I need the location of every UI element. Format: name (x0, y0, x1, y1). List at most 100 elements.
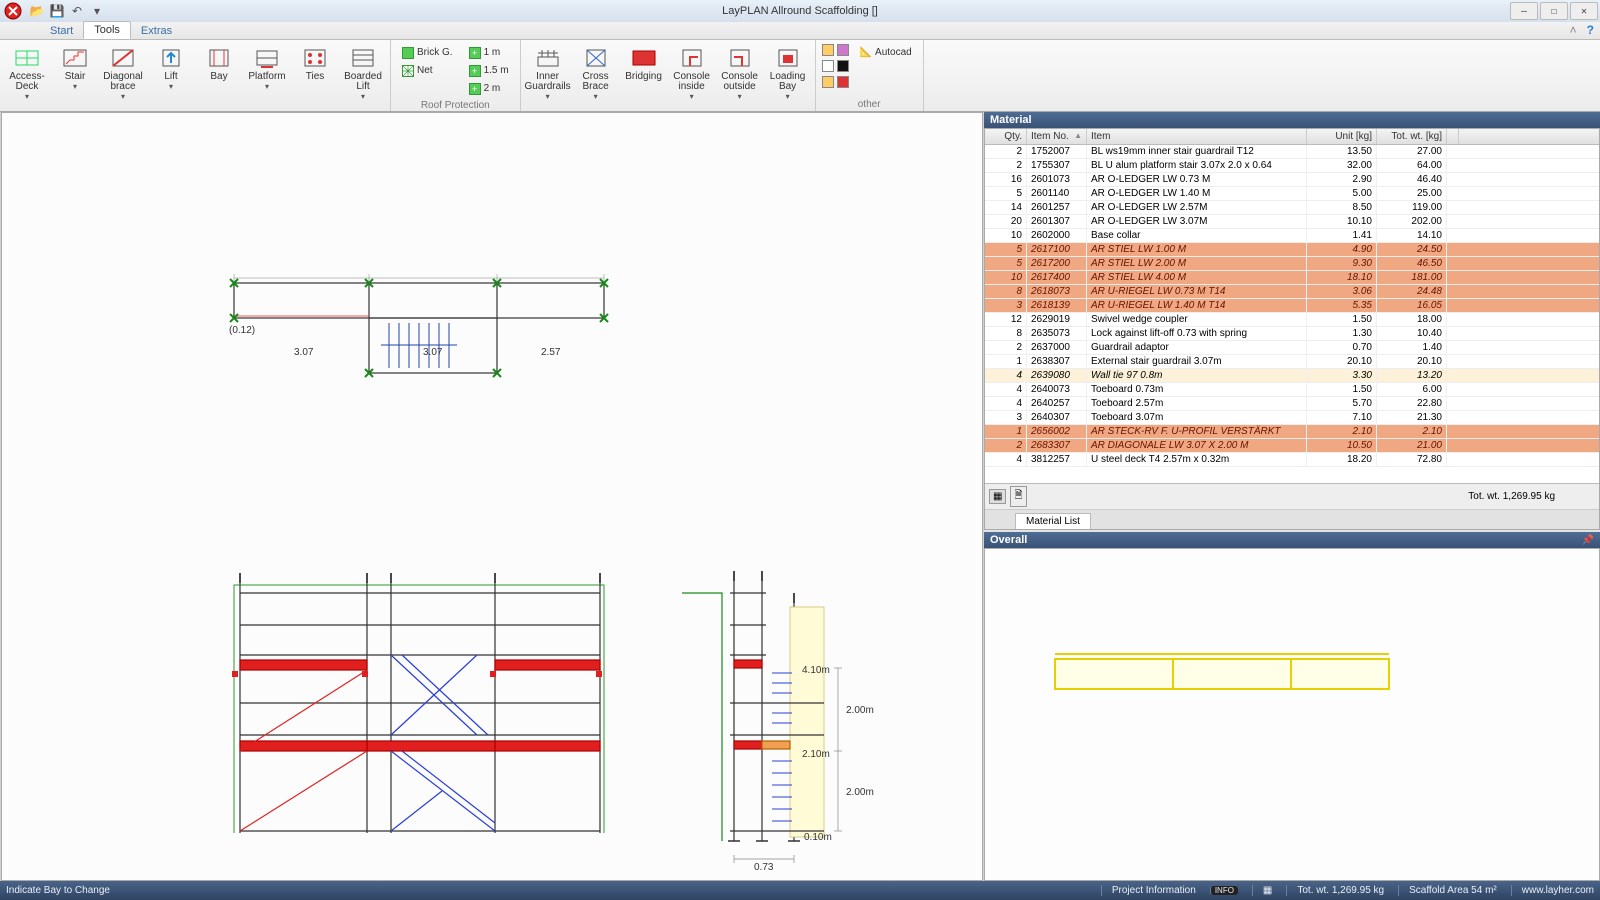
table-row[interactable]: 12656002AR STECK-RV F. U-PROFIL VERSTÄRK… (985, 425, 1599, 439)
material-table[interactable]: Qty. Item No. ▲ Item Unit [kg] Tot. wt. … (984, 128, 1600, 530)
group-roof-label: Roof Protection (395, 99, 516, 112)
qat-dropdown-icon[interactable]: ▾ (90, 4, 104, 18)
table-row[interactable]: 102602000Base collar1.4114.10 (985, 229, 1599, 243)
ribbon-tabs: Start Tools Extras ˄ ? (0, 22, 1600, 40)
table-row[interactable]: 122629019Swivel wedge coupler1.5018.00 (985, 313, 1599, 327)
bridging-button[interactable]: Bridging (621, 42, 667, 85)
drawing-canvas[interactable]: (0.12) 3.07 3.07 2.57 (1, 112, 983, 881)
svg-text:3.07: 3.07 (423, 347, 443, 358)
autocad-icon: 📐 (860, 47, 872, 58)
material-panel-header: Material (984, 112, 1600, 128)
group-other-label: other (820, 98, 919, 111)
net-button[interactable]: Net (397, 62, 458, 79)
project-info-button[interactable]: Project Information (1101, 885, 1196, 896)
ribbon-collapse-icon[interactable]: ˄ (1570, 23, 1577, 37)
cross-brace-button[interactable]: Cross Brace▾ (573, 42, 619, 105)
svg-text:2.57: 2.57 (541, 347, 561, 358)
pin-icon[interactable]: 📌 (1582, 535, 1594, 546)
tab-start[interactable]: Start (40, 23, 83, 39)
svg-text:2.00m: 2.00m (846, 787, 874, 798)
material-list-tab[interactable]: Material List (1015, 513, 1091, 529)
svg-text:(0.12): (0.12) (229, 325, 255, 336)
table-row[interactable]: 52601140AR O-LEDGER LW 1.40 M5.0025.00 (985, 187, 1599, 201)
overall-panel-header: Overall📌 (984, 532, 1600, 548)
table-row[interactable]: 43812257U steel deck T4 2.57m x 0.32m18.… (985, 453, 1599, 467)
table-row[interactable]: 82618073AR U-RIEGEL LW 0.73 M T143.0624.… (985, 285, 1599, 299)
table-row[interactable]: 102617400AR STIEL LW 4.00 M18.10181.00 (985, 271, 1599, 285)
titlebar: 📂 💾 ↶ ▾ LayPLAN Allround Scaffolding [] … (0, 0, 1600, 22)
table-row[interactable]: 21752007BL ws19mm inner stair guardrail … (985, 145, 1599, 159)
maximize-button[interactable]: ☐ (1540, 2, 1568, 20)
color-swatch-4[interactable] (837, 60, 849, 72)
open-icon[interactable]: 📂 (30, 4, 44, 18)
table-row[interactable]: 52617200AR STIEL LW 2.00 M9.3046.50 (985, 257, 1599, 271)
boarded-lift-button[interactable]: Boarded Lift▾ (340, 42, 386, 105)
table-row[interactable]: 22683307AR DIAGONALE LW 3.07 X 2.00 M10.… (985, 439, 1599, 453)
save-icon[interactable]: 💾 (50, 4, 64, 18)
table-row[interactable]: 32618139AR U-RIEGEL LW 1.40 M T145.3516.… (985, 299, 1599, 313)
window-title: LayPLAN Allround Scaffolding [] (722, 5, 878, 17)
bay-button[interactable]: Bay (196, 42, 242, 85)
roof-2m-button[interactable]: +2 m (464, 80, 514, 97)
table-row[interactable]: 142601257AR O-LEDGER LW 2.57M8.50119.00 (985, 201, 1599, 215)
svg-text:2.10m: 2.10m (802, 749, 830, 760)
ties-button[interactable]: Ties (292, 42, 338, 85)
inner-guardrails-button[interactable]: Inner Guardrails▾ (525, 42, 571, 105)
autocad-button[interactable]: 📐Autocad (855, 44, 917, 61)
color-swatch-3[interactable] (822, 60, 834, 72)
diagonal-brace-button[interactable]: Diagonal brace▾ (100, 42, 146, 105)
status-area: Scaffold Area 54 m² (1398, 885, 1497, 896)
tab-extras[interactable]: Extras (131, 23, 182, 39)
stair-button[interactable]: Stair▾ (52, 42, 98, 95)
svg-text:2.00m: 2.00m (846, 705, 874, 716)
svg-text:0.73: 0.73 (754, 862, 774, 873)
status-icon-1[interactable]: INFO (1210, 886, 1238, 895)
table-row[interactable]: 22637000Guardrail adaptor0.701.40 (985, 341, 1599, 355)
table-row[interactable]: 32640307Toeboard 3.07m7.1021.30 (985, 411, 1599, 425)
material-table-header[interactable]: Qty. Item No. ▲ Item Unit [kg] Tot. wt. … (985, 129, 1599, 145)
overall-view[interactable] (984, 548, 1600, 881)
status-total-weight: Tot. wt. 1,269.95 kg (1286, 885, 1384, 896)
table-row[interactable]: 42640073Toeboard 0.73m1.506.00 (985, 383, 1599, 397)
app-icon (4, 2, 22, 20)
close-button[interactable]: ✕ (1570, 2, 1598, 20)
grid-view-icon[interactable]: ▦ (989, 489, 1006, 504)
table-row[interactable]: 82635073Lock against lift-off 0.73 with … (985, 327, 1599, 341)
roof-1m-button[interactable]: +1 m (464, 44, 514, 61)
color-swatch-2[interactable] (837, 44, 849, 56)
brick-guard-button[interactable]: Brick G. (397, 44, 458, 61)
plan-view: (0.12) 3.07 3.07 2.57 (142, 173, 842, 403)
loading-bay-button[interactable]: Loading Bay▾ (765, 42, 811, 105)
status-bar: Indicate Bay to Change Project Informati… (0, 881, 1600, 900)
svg-text:0.10m: 0.10m (804, 832, 832, 843)
table-row[interactable]: 52617100AR STIEL LW 1.00 M4.9024.50 (985, 243, 1599, 257)
export-icon[interactable]: 🗎 (1010, 486, 1026, 507)
table-row[interactable]: 162601073AR O-LEDGER LW 0.73 M2.9046.40 (985, 173, 1599, 187)
status-message: Indicate Bay to Change (6, 885, 110, 896)
color-swatch-6[interactable] (837, 76, 849, 88)
svg-text:3.07: 3.07 (294, 347, 314, 358)
color-swatch-1[interactable] (822, 44, 834, 56)
undo-icon[interactable]: ↶ (70, 4, 84, 18)
access-deck-button[interactable]: Access-Deck▾ (4, 42, 50, 105)
console-inside-button[interactable]: Console inside▾ (669, 42, 715, 105)
lift-button[interactable]: Lift▾ (148, 42, 194, 95)
table-row[interactable]: 12638307External stair guardrail 3.07m20… (985, 355, 1599, 369)
tab-tools[interactable]: Tools (83, 21, 131, 39)
svg-text:4.10m: 4.10m (802, 665, 830, 676)
console-outside-button[interactable]: Console outside▾ (717, 42, 763, 105)
color-swatch-5[interactable] (822, 76, 834, 88)
table-row[interactable]: 202601307AR O-LEDGER LW 3.07M10.10202.00 (985, 215, 1599, 229)
front-elevation (142, 513, 642, 833)
minimize-button[interactable]: — (1510, 2, 1538, 20)
side-elevation: 4.10m 2.00m 2.10m 2.00m 0.10m 0.73 (602, 513, 902, 873)
table-row[interactable]: 42640257Toeboard 2.57m5.7022.80 (985, 397, 1599, 411)
ribbon: Access-Deck▾ Stair▾ Diagonal brace▾ Lift… (0, 40, 1600, 112)
status-icon-2[interactable]: ▦ (1252, 885, 1272, 896)
help-icon[interactable]: ? (1587, 23, 1594, 37)
roof-1-5m-button[interactable]: +1.5 m (464, 62, 514, 79)
vendor-link[interactable]: www.layher.com (1511, 885, 1594, 896)
platform-button[interactable]: Platform▾ (244, 42, 290, 95)
table-row[interactable]: 42639080Wall tie 97 0.8m3.3013.20 (985, 369, 1599, 383)
table-row[interactable]: 21755307BL U alum platform stair 3.07x 2… (985, 159, 1599, 173)
